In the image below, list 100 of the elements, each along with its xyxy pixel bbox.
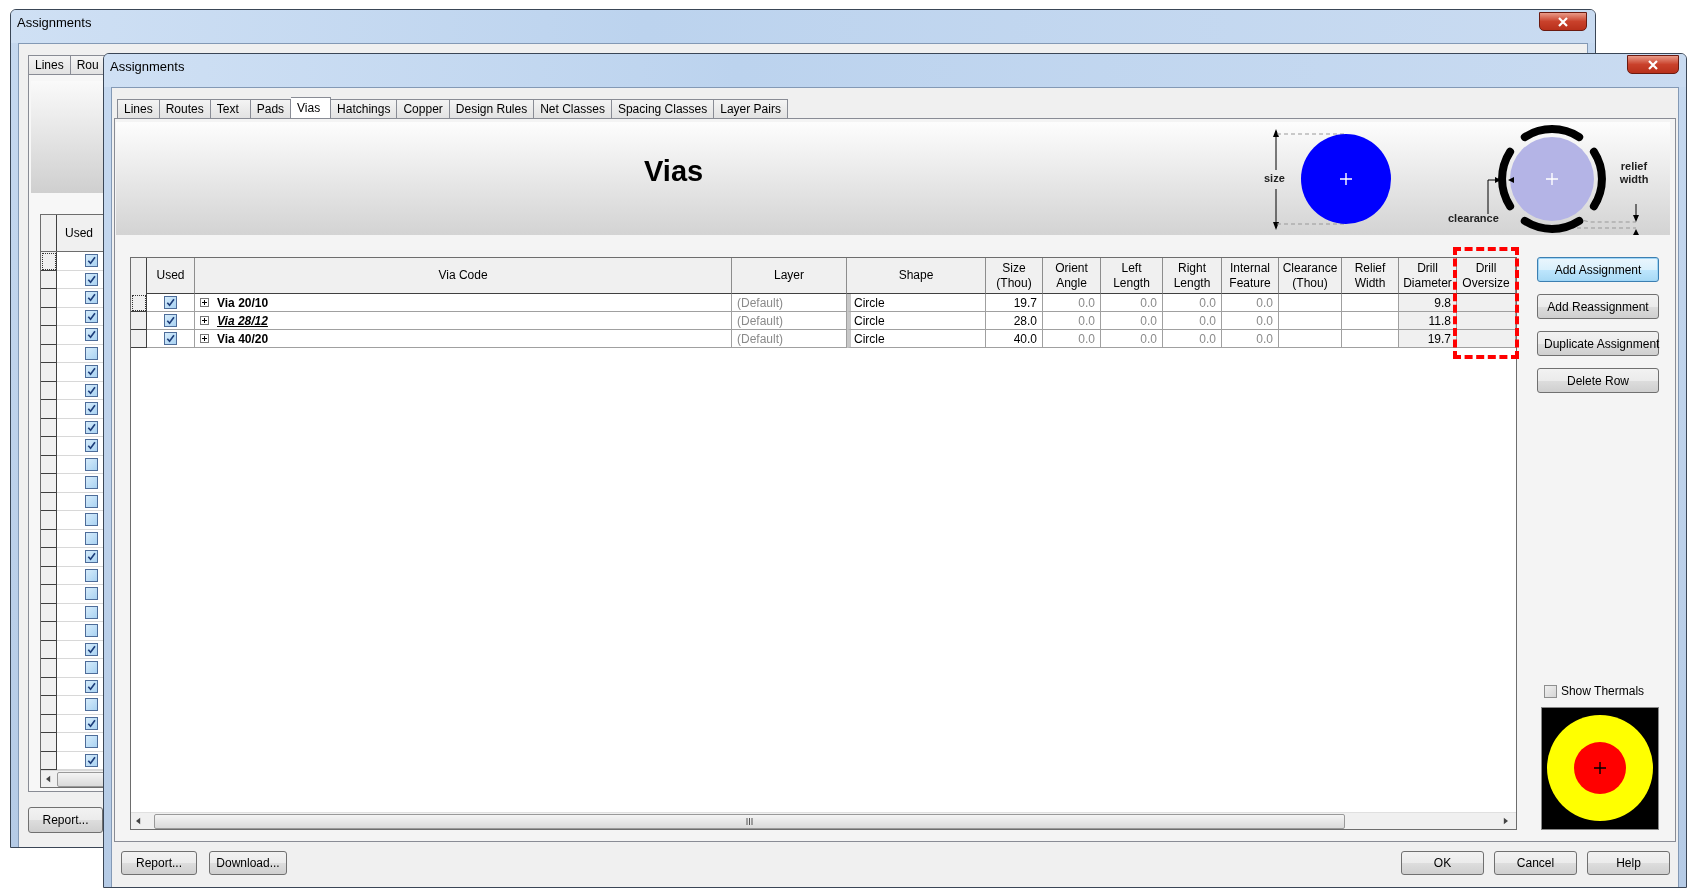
tab[interactable]: Pads [250,99,292,118]
row-header[interactable] [41,400,57,419]
row-header[interactable] [41,659,57,678]
action-button[interactable]: Duplicate Assignment [1537,331,1659,356]
checkbox[interactable] [85,291,98,305]
row-header[interactable] [41,622,57,641]
checkbox[interactable] [85,661,98,675]
tab[interactable]: Vias [291,97,332,118]
table-cell: (Default) [732,312,847,330]
row-header[interactable] [41,696,57,715]
checkbox[interactable] [85,735,98,749]
row-header[interactable] [41,252,57,271]
tab[interactable]: Copper [397,99,450,118]
footer-button[interactable]: Cancel [1494,851,1577,875]
checkbox[interactable] [1543,684,1557,698]
column-header[interactable]: Shape [847,258,986,294]
checkbox[interactable] [85,328,98,342]
row-header[interactable] [41,474,57,493]
close-button[interactable] [1539,12,1587,31]
action-button[interactable]: Delete Row [1537,368,1659,393]
expand-icon[interactable] [200,298,209,307]
tab[interactable]: Hatchings [331,99,398,118]
checkbox[interactable] [85,254,98,268]
row-header[interactable] [131,312,147,330]
row-header[interactable] [41,363,57,382]
tab[interactable]: Design Rules [449,99,535,118]
checkbox[interactable] [85,550,98,564]
expand-icon[interactable] [200,316,209,325]
checkbox[interactable] [85,513,98,527]
column-header[interactable]: Layer [732,258,847,294]
report-button[interactable]: Report... [28,807,103,833]
row-header[interactable] [41,511,57,530]
column-header[interactable]: Via Code [195,258,732,294]
footer-button[interactable]: Download... [209,851,287,875]
column-header[interactable]: Orient Angle [1043,258,1101,294]
checkbox[interactable] [85,494,98,508]
checkbox[interactable] [164,296,177,309]
column-header[interactable]: Used [147,258,195,294]
tab[interactable]: Routes [159,99,211,118]
checkbox[interactable] [85,642,98,656]
tab[interactable]: Lines [117,99,160,118]
checkbox[interactable] [85,476,98,490]
close-button[interactable] [1627,55,1679,74]
column-header[interactable]: Drill Diameter [1399,258,1457,294]
checkbox[interactable] [164,332,177,345]
row-header[interactable] [41,289,57,308]
checkbox[interactable] [85,753,98,767]
scroll-right-icon[interactable] [1503,817,1508,825]
checkbox[interactable] [85,346,98,360]
table-cell: 0.0 [1043,330,1101,348]
column-header[interactable]: Relief Width [1342,258,1399,294]
column-header[interactable]: Drill Oversize [1457,258,1516,294]
checkbox[interactable] [85,420,98,434]
row-header[interactable] [131,330,147,348]
checkbox[interactable] [85,457,98,471]
checkbox[interactable] [164,314,177,327]
footer-button[interactable]: OK [1401,851,1484,875]
checkbox[interactable] [85,272,98,286]
checkbox[interactable] [85,365,98,379]
tab[interactable]: Spacing Classes [611,99,715,118]
footer-button[interactable]: Help [1587,851,1670,875]
row-header[interactable] [41,326,57,345]
tab[interactable]: Net Classes [534,99,612,118]
column-header[interactable]: Left Length [1101,258,1163,294]
row-header[interactable] [41,733,57,752]
checkbox[interactable] [85,439,98,453]
checkbox[interactable] [85,383,98,397]
scroll-left-icon[interactable] [136,817,141,825]
table-cell: (Default) [732,330,847,348]
checkbox-label[interactable]: Show Thermals [1560,684,1645,698]
action-button[interactable]: Add Reassignment [1537,294,1659,319]
column-header[interactable]: Clearance (Thou) [1279,258,1342,294]
expand-icon[interactable] [200,334,209,343]
checkbox[interactable] [85,605,98,619]
tab[interactable]: Layer Pairs [714,99,788,118]
scrollbar-thumb[interactable] [154,813,1346,829]
checkbox[interactable] [85,716,98,730]
column-header[interactable]: Internal Feature [1222,258,1279,294]
checkbox[interactable] [85,587,98,601]
scroll-left-icon[interactable] [46,775,51,783]
column-header[interactable]: Right Length [1163,258,1222,294]
row-header[interactable] [131,294,147,312]
checkbox[interactable] [85,568,98,582]
horizontal-scrollbar[interactable] [131,812,1516,829]
column-header[interactable]: Size (Thou) [986,258,1043,294]
row-header[interactable] [41,548,57,567]
action-button[interactable]: Add Assignment [1537,257,1659,282]
checkbox[interactable] [85,402,98,416]
row-header[interactable] [41,585,57,604]
clearance-arrow [1487,177,1514,215]
checkbox[interactable] [85,679,98,693]
checkbox[interactable] [85,309,98,323]
footer-button[interactable]: Report... [121,851,197,875]
tab[interactable]: Lines [28,55,71,74]
size-label: size [1264,172,1285,184]
tab[interactable]: Text [210,99,251,118]
checkbox[interactable] [85,624,98,638]
row-header[interactable] [41,437,57,456]
checkbox[interactable] [85,698,98,712]
checkbox[interactable] [85,531,98,545]
